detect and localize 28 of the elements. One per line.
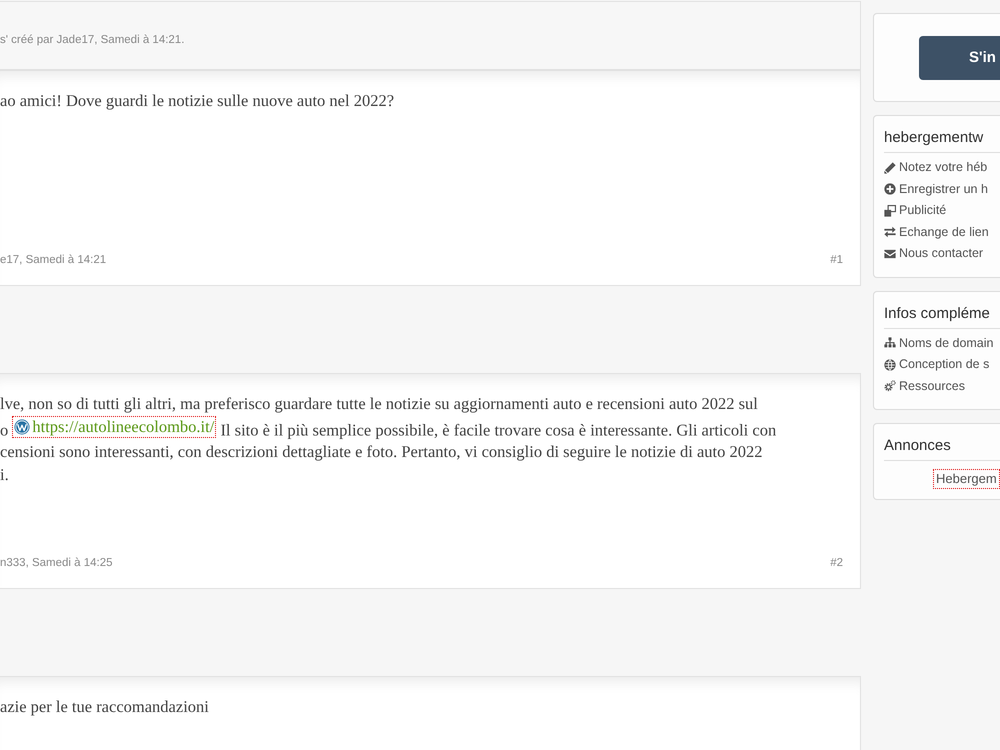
- post-text: lve, non so di tutti gli altri, ma preferisco guardare tutte le notizie su aggiornamenti auto e recensioni auto 2022 sul o https://autolineecolombo.it/ Il sito è il più semplice possibile, è facile trovare cosa è interessante. Gli articoli con censioni sono interessanti, con descrizioni dettagliate e foto. Pertanto, vi consiglio di seguire le notizie di auto 2022 i.: [0, 393, 778, 486]
- post-meta-text: e17, Samedi à 14:21: [0, 253, 106, 267]
- globe-icon: [884, 358, 896, 371]
- circle-logo-icon: [14, 418, 30, 435]
- sidebar-link[interactable]: Enregistrer un h: [884, 178, 988, 200]
- overlapping-squares-icon: [884, 204, 896, 217]
- sidebar-link[interactable]: Ressources: [884, 376, 965, 397]
- sidebar-link[interactable]: Publicité: [884, 200, 946, 222]
- hierarchy-icon: [884, 337, 896, 350]
- gears-icon: [884, 380, 896, 392]
- swap-arrows-icon: [884, 226, 896, 238]
- panel-title: hebergementw: [884, 116, 1000, 153]
- thread-meta-text: s' créé par Jade17, Samedi à 14:21.: [0, 33, 186, 47]
- panel-title: Infos compléme: [884, 292, 1000, 328]
- pencil-icon: [884, 162, 896, 174]
- envelope-icon: [884, 248, 896, 260]
- sidebar-link[interactable]: Nous contacter: [884, 243, 984, 264]
- panel-title: Annonces: [884, 424, 1000, 461]
- sidebar-link[interactable]: Echange de lien: [884, 222, 989, 243]
- sidebar-link[interactable]: Notez votre héb: [884, 157, 988, 178]
- post-meta-text: n333, Samedi à 14:25: [0, 556, 113, 570]
- sidebar-link[interactable]: Conception de s: [884, 354, 990, 376]
- plus-circle-icon: [884, 183, 896, 196]
- sidebar-link[interactable]: Noms de domain: [884, 332, 994, 354]
- post-text: azie per le tue raccomandazioni: [0, 696, 210, 718]
- ad-link[interactable]: Hebergem: [933, 469, 1000, 489]
- login-button[interactable]: S'in: [919, 36, 1000, 80]
- post-text: ao amici! Dove guardi le notizie sulle nuove auto nel 2022?: [0, 90, 396, 112]
